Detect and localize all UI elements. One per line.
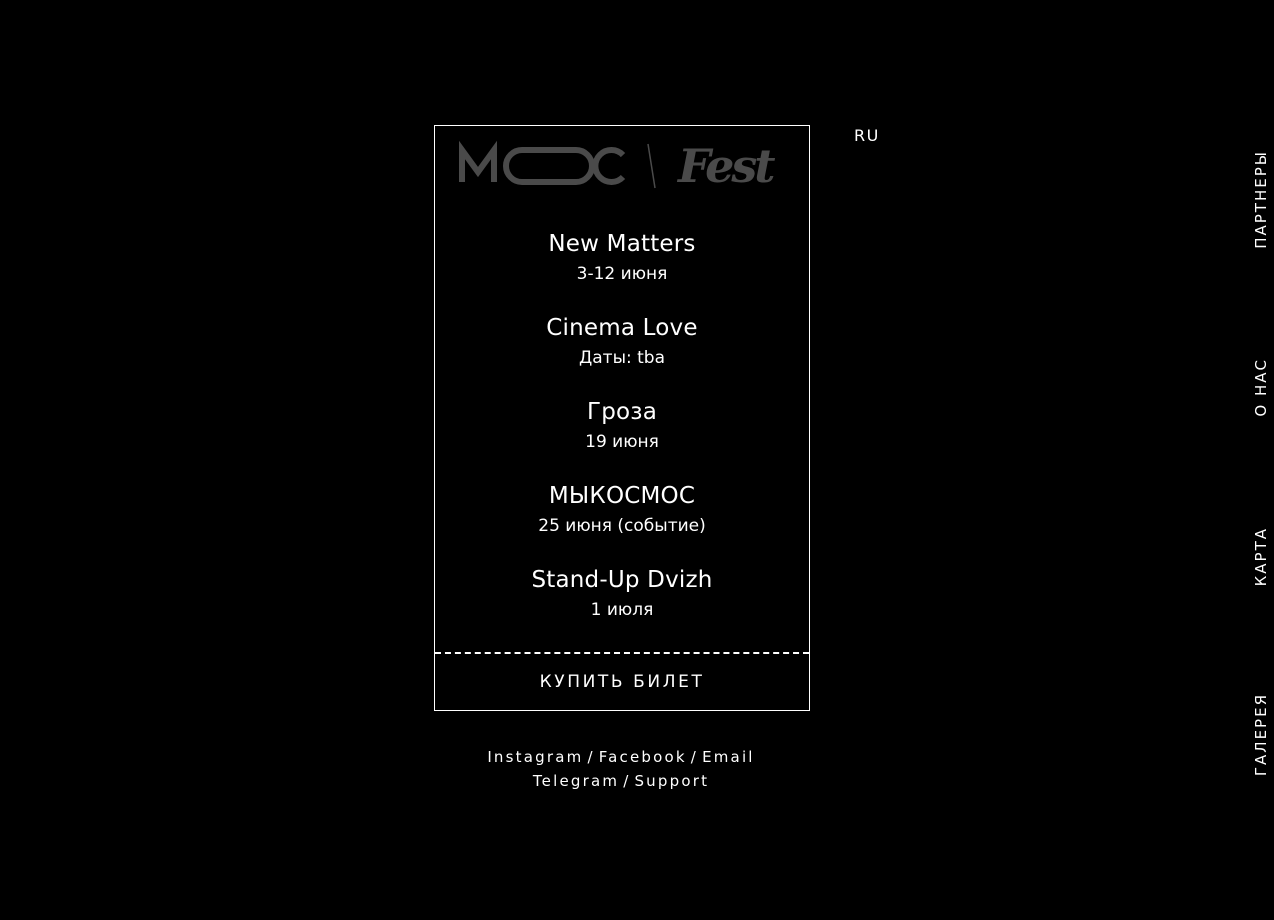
nav-item-gallery[interactable]: ГАЛЕРЕЯ bbox=[1249, 686, 1273, 784]
link-separator: / bbox=[690, 748, 699, 766]
nav-item-label: КАРТА bbox=[1252, 527, 1270, 587]
side-nav: ПАРТНЕРЫ О НАС КАРТА ГАЛЕРЕЯ bbox=[1249, 0, 1273, 920]
mooc-fest-logo[interactable]: Fest bbox=[457, 139, 787, 193]
social-links-row-1: Instagram / Facebook / Email bbox=[434, 745, 808, 769]
event-item-mykosmos[interactable]: МЫКОСМОС 25 июня (событие) bbox=[435, 478, 809, 562]
telegram-link[interactable]: Telegram bbox=[533, 772, 619, 790]
nav-item-label: ГАЛЕРЕЯ bbox=[1252, 693, 1270, 777]
event-name: Гроза bbox=[586, 399, 658, 425]
social-links: Instagram / Facebook / Email Telegram / Suppor… bbox=[434, 745, 808, 793]
event-item-stand-up-dvizh[interactable]: Stand-Up Dvizh 1 июля bbox=[435, 562, 809, 646]
event-name: МЫКОСМОС bbox=[548, 483, 696, 509]
event-date: 19 июня bbox=[585, 432, 659, 452]
nav-item-label: ПАРТНЕРЫ bbox=[1252, 149, 1270, 249]
event-item-cinema-love[interactable]: Cinema Love Даты: tba bbox=[435, 310, 809, 394]
event-name: New Matters bbox=[548, 231, 696, 257]
instagram-link[interactable]: Instagram bbox=[487, 748, 583, 766]
email-link[interactable]: Email bbox=[702, 748, 755, 766]
events-list: New Matters 3-12 июня Cinema Love Даты: … bbox=[435, 226, 809, 646]
event-item-new-matters[interactable]: New Matters 3-12 июня bbox=[435, 226, 809, 310]
event-name: Cinema Love bbox=[546, 315, 698, 341]
link-separator: / bbox=[623, 772, 631, 790]
logo-graphic: Fest bbox=[459, 139, 778, 193]
nav-item-map[interactable]: КАРТА bbox=[1249, 518, 1273, 596]
event-ticket-card: Fest New Matters 3-12 июня Cinema Love Д… bbox=[434, 125, 810, 711]
event-date: 25 июня (событие) bbox=[538, 516, 706, 536]
event-name: Stand-Up Dvizh bbox=[531, 567, 713, 593]
buy-ticket-button[interactable]: КУПИТЬ БИЛЕТ bbox=[435, 654, 809, 710]
language-switcher[interactable]: RU bbox=[854, 126, 880, 145]
support-link[interactable]: Support bbox=[634, 772, 709, 790]
event-date: Даты: tba bbox=[578, 348, 666, 368]
nav-item-label: О НАС bbox=[1252, 357, 1270, 417]
event-item-groza[interactable]: Гроза 19 июня bbox=[435, 394, 809, 478]
link-separator: / bbox=[587, 748, 595, 766]
nav-item-partners[interactable]: ПАРТНЕРЫ bbox=[1249, 140, 1273, 258]
social-links-row-2: Telegram / Support bbox=[434, 769, 808, 793]
event-date: 3-12 июня bbox=[576, 264, 668, 284]
facebook-link[interactable]: Facebook bbox=[599, 748, 687, 766]
event-date: 1 июля bbox=[590, 600, 654, 620]
svg-text:Fest: Fest bbox=[676, 140, 775, 190]
nav-item-about[interactable]: О НАС bbox=[1249, 348, 1273, 426]
